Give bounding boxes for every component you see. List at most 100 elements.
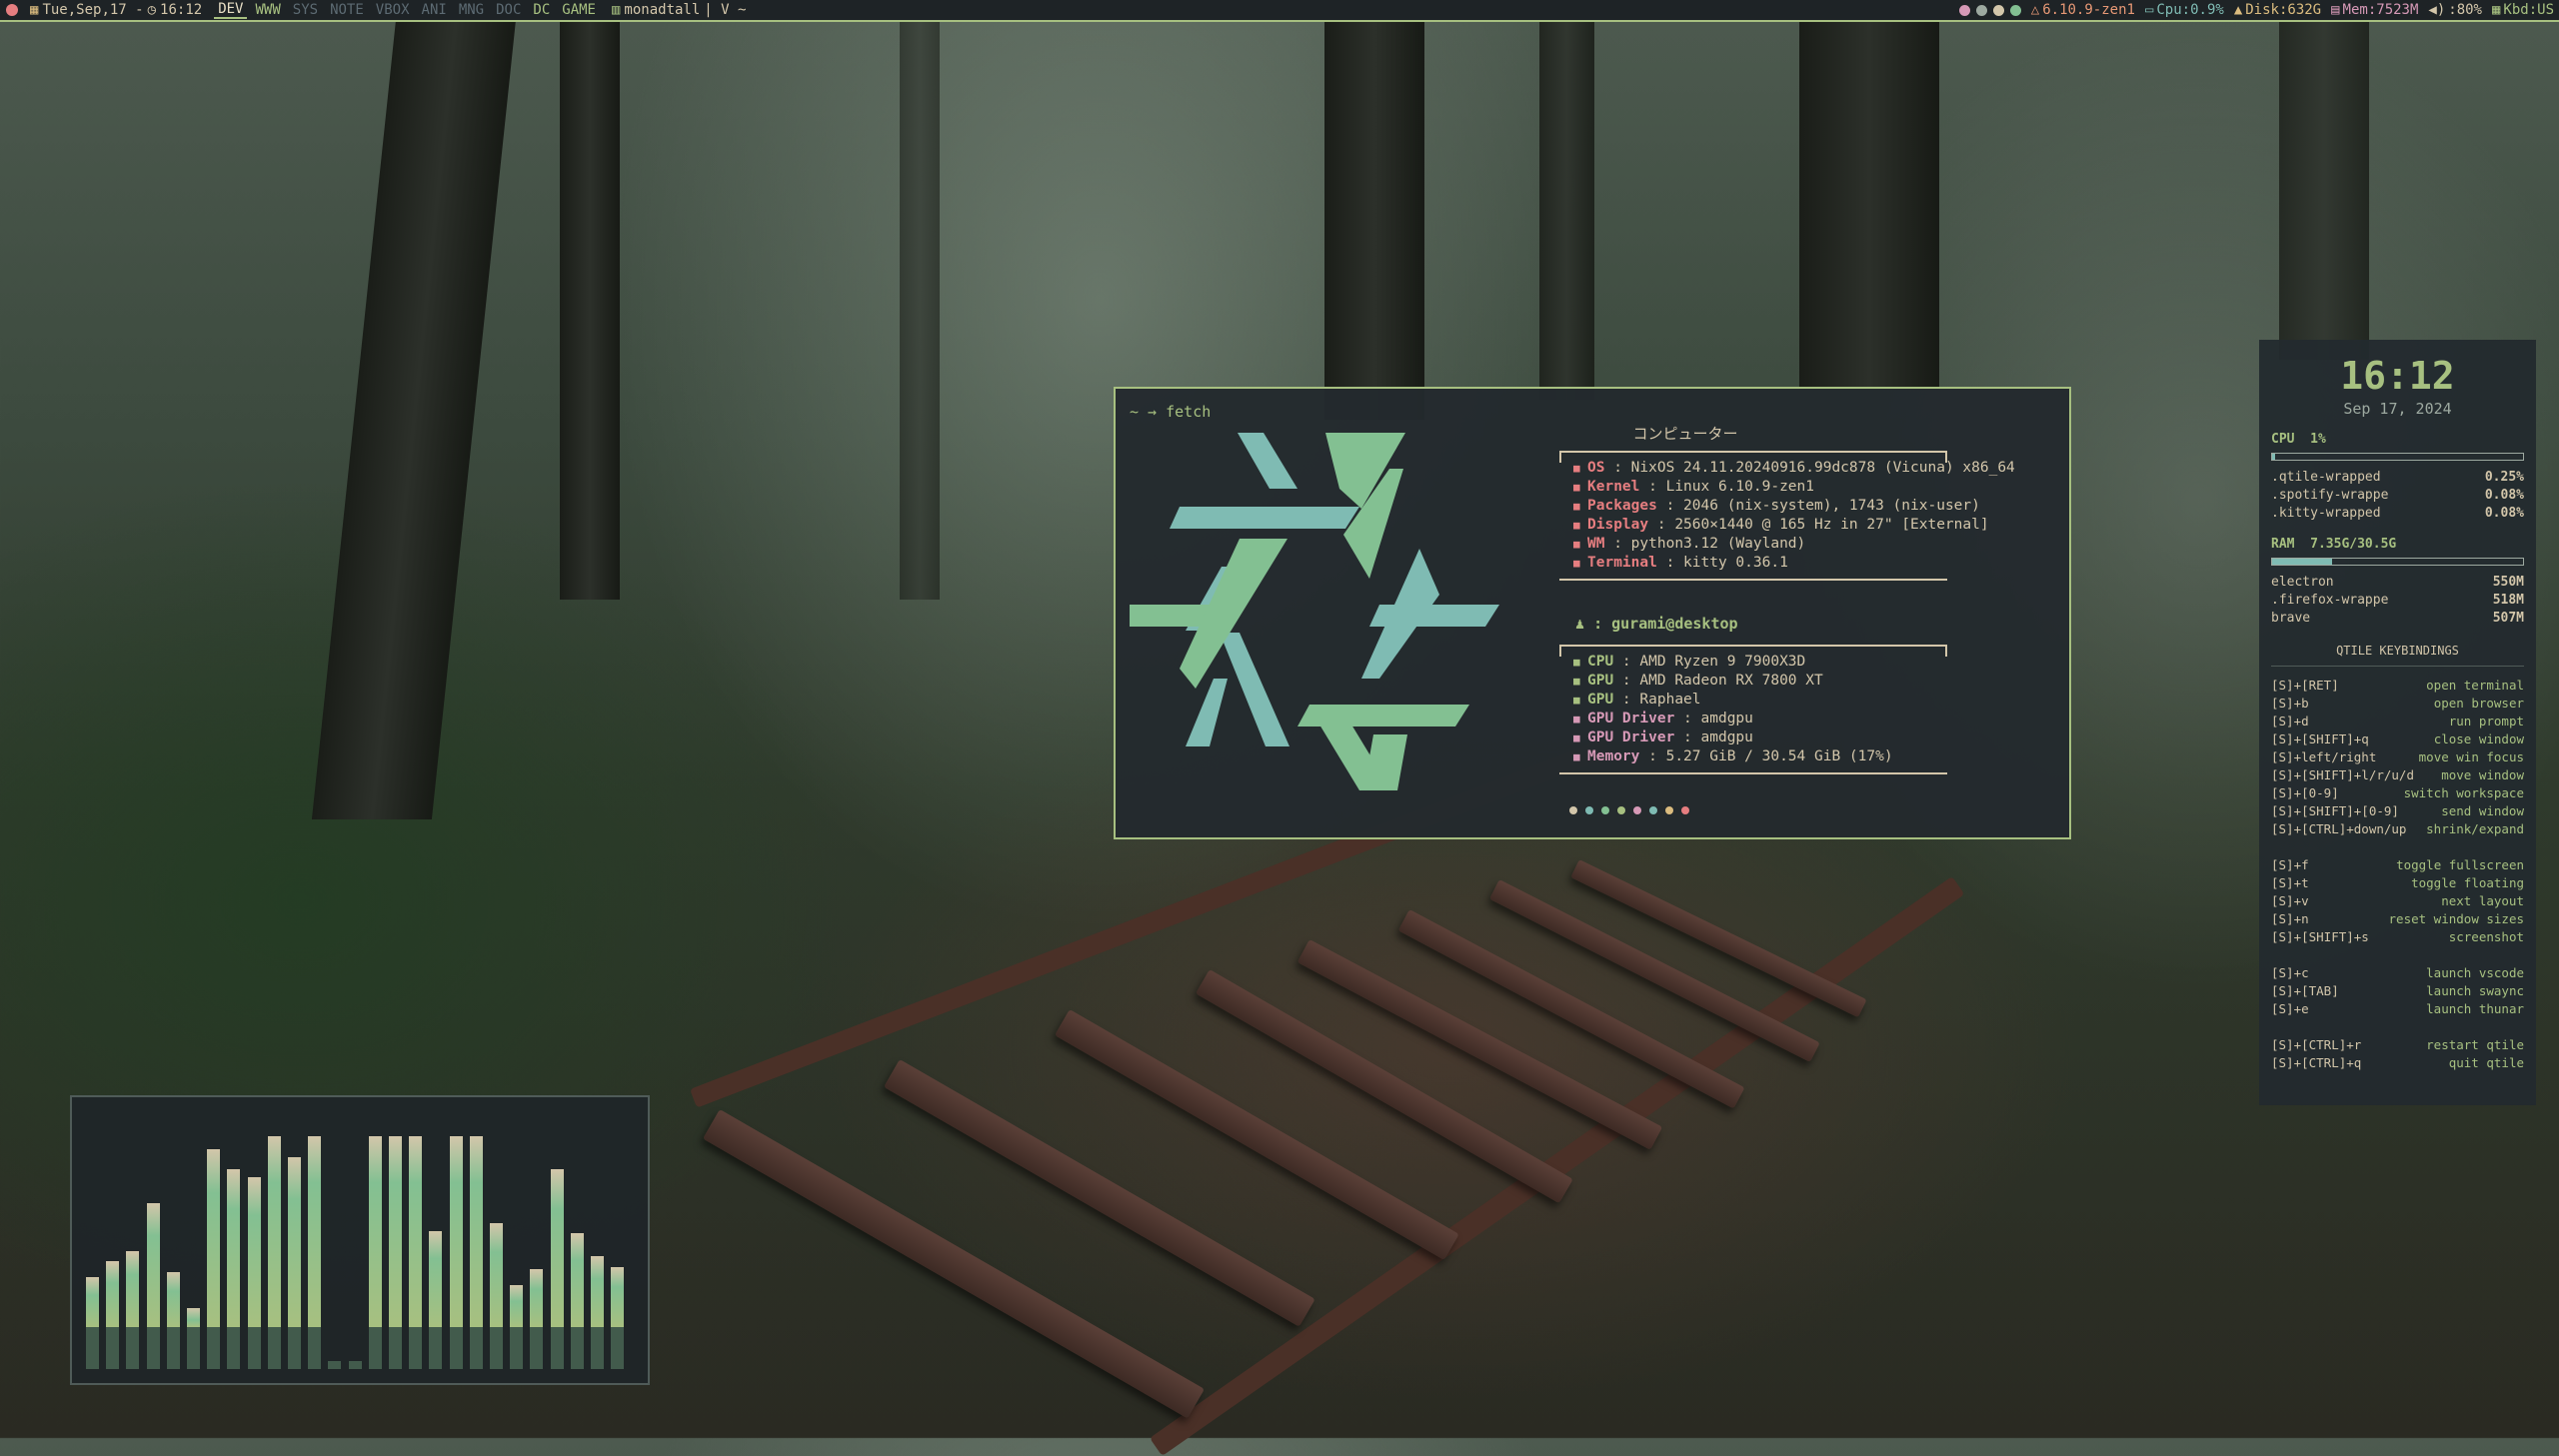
keybinding-action: shrink/expand	[2426, 821, 2524, 836]
visualizer-bar	[429, 1230, 443, 1369]
process-value: 550M	[2492, 575, 2524, 590]
tray-sync-icon[interactable]	[1992, 4, 2004, 16]
sys-row: ■ Packages : 2046 (nix-system), 1743 (nix…	[1573, 498, 1980, 514]
keybinding-row: [S]+t toggle floating	[2271, 874, 2524, 892]
keybinding-key: [S]+v	[2271, 893, 2309, 908]
sys-row-value: kitty 0.36.1	[1683, 555, 1788, 571]
visualizer-bar	[308, 1136, 322, 1369]
keybinding-row: [S]+f toggle fullscreen	[2271, 856, 2524, 874]
window-title: | V ~	[704, 2, 747, 18]
workspace-mng[interactable]: MNG	[455, 2, 488, 18]
workspace-list: DEV WWW SYS NOTE VBOX ANI MNG DOC DC GAME	[208, 1, 606, 19]
hw-row-value: amdgpu	[1700, 729, 1753, 745]
keybinding-key: [S]+[CTRL]+down/up	[2271, 821, 2407, 836]
hw-row-key: GPU Driver	[1587, 711, 1675, 727]
sys-row-value: 2560×1440 @ 165 Hz in 27" [External]	[1674, 517, 1989, 533]
keybinding-row: [S]+b open browser	[2271, 695, 2524, 713]
tray-steam-icon[interactable]	[1975, 4, 1987, 16]
keybinding-row: [S]+left/right move win focus	[2271, 748, 2524, 766]
hw-row-icon: ■	[1573, 750, 1580, 763]
workspace-note[interactable]: NOTE	[326, 2, 368, 18]
memory-widget: ▤ Mem:7523M	[2326, 2, 2423, 18]
keybinding-action: switch workspace	[2403, 785, 2524, 800]
workspace-game[interactable]: GAME	[558, 2, 600, 18]
cpu-widget: ▭ Cpu:0.9%	[2140, 2, 2229, 18]
tray-spotify-icon[interactable]	[2009, 4, 2021, 16]
cpu-usage-bar	[2271, 453, 2524, 461]
workspace-ani[interactable]: ANI	[418, 2, 451, 18]
layout-widget[interactable]: ▥ monadtall | V ~	[606, 2, 752, 18]
sys-row: ■ Terminal : kitty 0.36.1	[1573, 555, 1788, 571]
visualizer-bar	[166, 1271, 180, 1369]
clock-icon: ◷	[147, 2, 157, 18]
keybinding-key: [S]+[CTRL]+q	[2271, 1055, 2362, 1070]
sys-row-value: python3.12 (Wayland)	[1630, 536, 1806, 552]
sys-row: ■ OS : NixOS 24.11.20240916.99dc878 (Vicu…	[1573, 460, 2015, 476]
process-value: 507M	[2492, 611, 2524, 626]
visualizer-bar	[550, 1169, 564, 1369]
workspace-vbox[interactable]: VBOX	[372, 2, 414, 18]
keybinding-row: [S]+n reset window sizes	[2271, 910, 2524, 928]
visualizer-bar	[449, 1136, 463, 1369]
sys-row-icon: ■	[1573, 500, 1580, 513]
keybinding-row: [S]+[SHIFT]+[0-9] send window	[2271, 802, 2524, 820]
hw-row: ■ GPU : AMD Radeon RX 7800 XT	[1573, 673, 1823, 689]
hostname: コンピューター	[1632, 425, 1738, 443]
process-value: 0.25%	[2484, 470, 2524, 485]
keybinding-key: [S]+[SHIFT]+q	[2271, 731, 2369, 746]
keybinding-action: move window	[2441, 767, 2524, 782]
sys-row-key: Kernel	[1587, 479, 1640, 495]
visualizer-bar	[409, 1136, 423, 1369]
hw-row-key: CPU	[1587, 654, 1614, 670]
sys-row-icon: ■	[1573, 481, 1580, 494]
hw-row: ■ GPU Driver : amdgpu	[1573, 729, 1753, 745]
keybinding-action: move win focus	[2418, 749, 2524, 764]
palette-dot	[1569, 806, 1577, 814]
conky-panel: 16:12 Sep 17, 2024 CPU 1% .qtile-wrapped…	[2259, 340, 2536, 1105]
process-value: 0.08%	[2484, 506, 2524, 521]
terminal-window[interactable]: ~ → fetch コンピューター ■ OS : NixOS 24.11.2024…	[1114, 387, 2071, 839]
workspace-sys[interactable]: SYS	[289, 2, 322, 18]
launcher-button[interactable]	[0, 4, 24, 16]
workspace-doc[interactable]: DOC	[492, 2, 525, 18]
sys-row-value: Linux 6.10.9-zen1	[1665, 479, 1814, 495]
process-name: brave	[2271, 611, 2311, 626]
visualizer-bar	[611, 1266, 625, 1369]
keybinding-action: quit qtile	[2448, 1055, 2524, 1070]
disk-text: Disk:632G	[2245, 2, 2322, 18]
palette-dot	[1649, 806, 1657, 814]
visualizer-bar	[530, 1269, 544, 1369]
sys-row-value: 2046 (nix-system), 1743 (nix-user)	[1683, 498, 1980, 514]
visualizer-bar	[389, 1136, 402, 1369]
keybinding-action: restart qtile	[2426, 1037, 2524, 1052]
palette-dot	[1617, 806, 1625, 814]
tray-discord-icon[interactable]	[1958, 4, 1970, 16]
cpu-process-list: .qtile-wrapped 0.25% .spotify-wrappe 0.08%.…	[2271, 469, 2524, 523]
user-icon: ♟	[1575, 615, 1585, 633]
hw-row: ■ CPU : AMD Ryzen 9 7900X3D	[1573, 654, 1806, 670]
visualizer-bar	[469, 1136, 483, 1369]
workspace-dc[interactable]: DC	[529, 2, 554, 18]
process-name: electron	[2271, 575, 2334, 590]
visualizer-bar	[368, 1136, 382, 1369]
top-bar: ▦ Tue,Sep,17 - ◷ 16:12 DEV WWW SYS NOTE VBOX…	[0, 0, 2559, 22]
panel-date: Sep 17, 2024	[2343, 400, 2452, 418]
keybinding-action: open terminal	[2426, 678, 2524, 693]
keybinding-action: send window	[2441, 803, 2524, 818]
workspace-www[interactable]: WWW	[251, 2, 284, 18]
layout-name: monadtall	[624, 2, 701, 18]
hw-row-value: amdgpu	[1700, 711, 1753, 727]
workspace-dev[interactable]: DEV	[214, 1, 248, 19]
keybinding-row: [S]+[SHIFT]+s screenshot	[2271, 928, 2524, 946]
keybinding-key: [S]+[SHIFT]+[0-9]	[2271, 803, 2399, 818]
visualizer-bar	[328, 1361, 342, 1369]
nixos-snowflake-logo-icon	[1130, 433, 1499, 790]
system-info-box: ■ OS : NixOS 24.11.20240916.99dc878 (Vicu…	[1559, 451, 2015, 581]
hw-row-icon: ■	[1573, 731, 1580, 744]
keybinding-key: [S]+[0-9]	[2271, 785, 2339, 800]
hw-row-icon: ■	[1573, 713, 1580, 726]
ram-section-title: RAM 7.35G/30.5G	[2271, 537, 2397, 552]
volume-widget[interactable]: ◀) :80%	[2423, 2, 2487, 18]
sys-row-key: OS	[1587, 460, 1605, 476]
hw-row-value: Raphael	[1639, 692, 1701, 708]
